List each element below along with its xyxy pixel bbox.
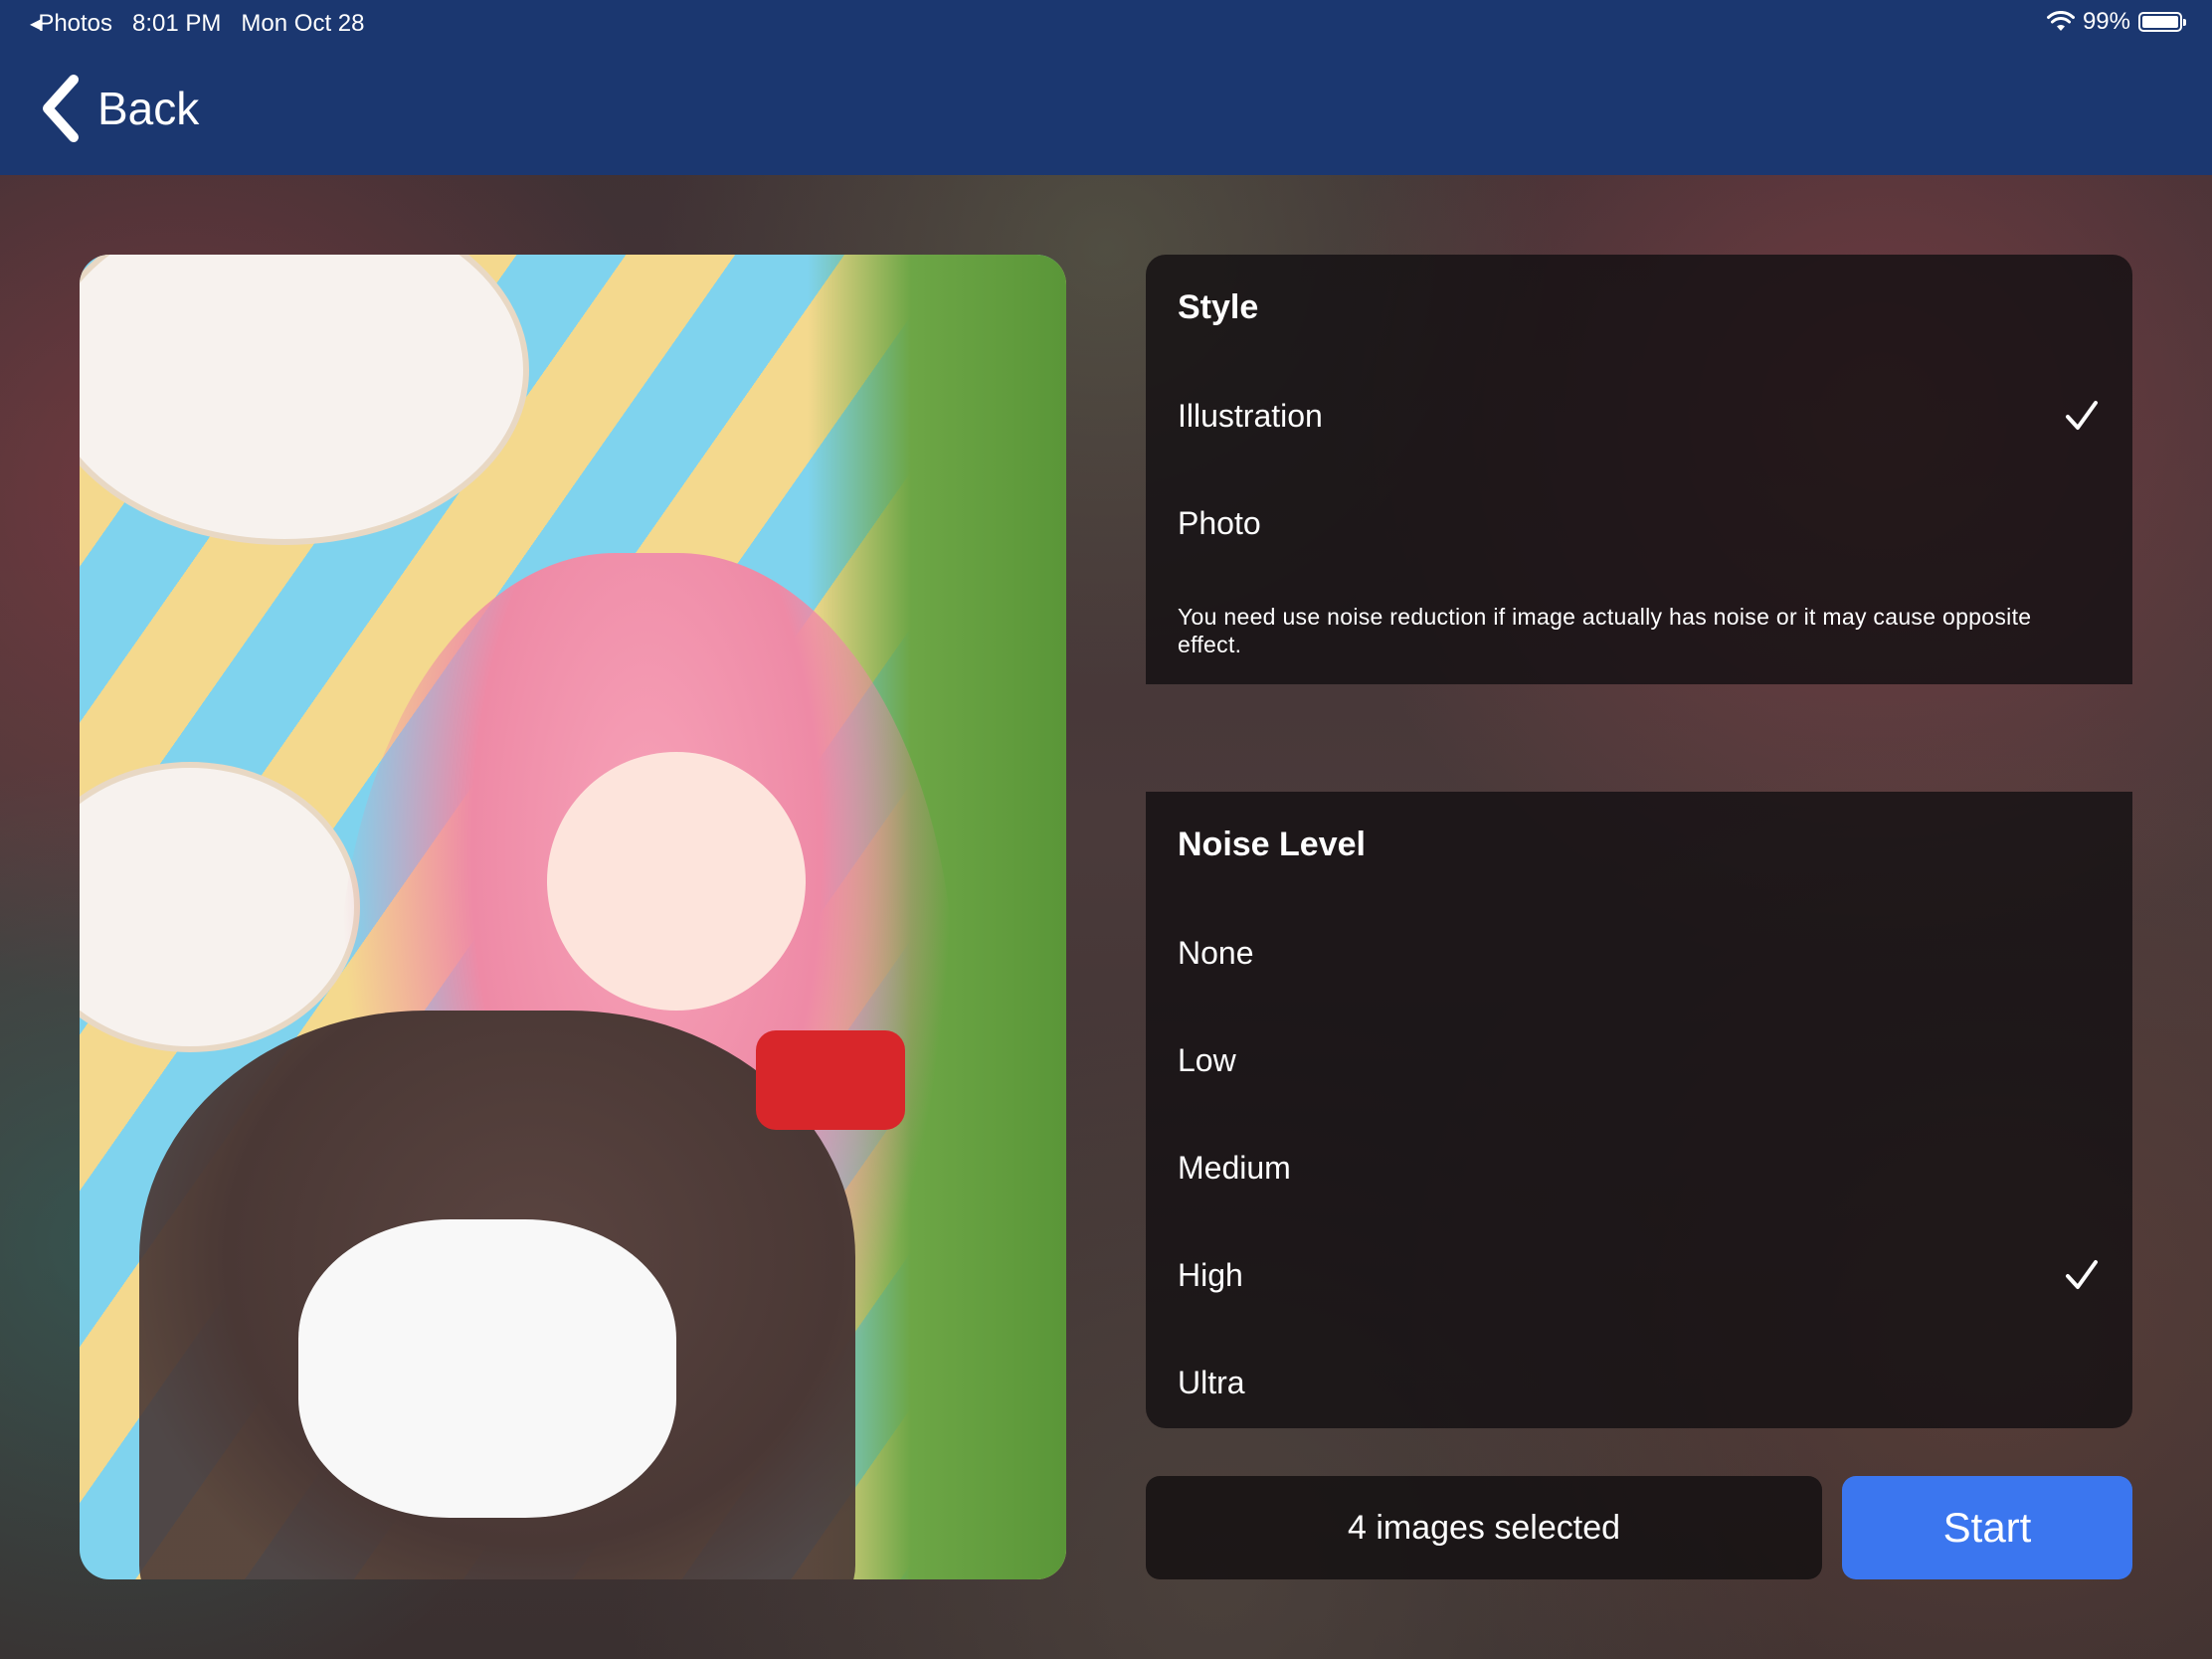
status-bar: ◀ Photos 8:01 PM Mon Oct 28 99%	[0, 0, 2212, 48]
style-note: You need use noise reduction if image ac…	[1178, 604, 2032, 657]
battery-percent: 99%	[2082, 8, 2130, 35]
noise-level-title: Noise Level	[1178, 826, 1366, 863]
option-label: High	[1178, 1256, 1243, 1293]
style-title: Style	[1178, 288, 1259, 326]
start-button[interactable]: Start	[1842, 1476, 2132, 1579]
noise-option-low[interactable]: Low	[1146, 1011, 2132, 1110]
style-option-illustration[interactable]: Illustration	[1146, 366, 2132, 465]
status-right: 99%	[2046, 8, 2186, 36]
option-label: Low	[1178, 1041, 1236, 1078]
checkmark-icon	[2066, 401, 2098, 430]
back-button[interactable]: Back	[38, 74, 199, 143]
style-panel: Style Illustration Photo You need use no…	[1146, 255, 2132, 684]
chevron-left-icon	[43, 75, 79, 142]
start-label: Start	[1942, 1504, 2032, 1551]
option-label: None	[1178, 934, 1254, 971]
option-label: Photo	[1178, 504, 1261, 541]
option-label: Medium	[1178, 1149, 1291, 1186]
selection-count-label: 4 images selected	[1347, 1508, 1621, 1547]
checkmark-icon	[2066, 1260, 2098, 1289]
wifi-icon	[2046, 11, 2075, 33]
noise-option-medium[interactable]: Medium	[1146, 1118, 2132, 1217]
back-app-label: Photos	[38, 10, 113, 37]
back-to-app-link[interactable]: ◀ Photos	[30, 10, 112, 38]
option-label: Ultra	[1178, 1364, 1245, 1400]
noise-option-high[interactable]: High	[1146, 1225, 2132, 1325]
option-label: Illustration	[1178, 397, 1323, 434]
navigation-bar: ◀ Photos 8:01 PM Mon Oct 28 99% Back	[0, 0, 2212, 175]
battery-icon	[2138, 12, 2186, 32]
status-left: ◀ Photos 8:01 PM Mon Oct 28	[30, 10, 364, 38]
status-time: 8:01 PM	[132, 10, 222, 37]
style-option-photo[interactable]: Photo	[1146, 473, 2132, 573]
image-preview	[80, 255, 1066, 1579]
noise-option-none[interactable]: None	[1146, 903, 2132, 1003]
images-selected-indicator: 4 images selected	[1146, 1476, 1822, 1579]
back-label: Back	[97, 83, 200, 134]
status-date: Mon Oct 28	[241, 10, 365, 37]
noise-option-ultra[interactable]: Ultra	[1146, 1333, 2132, 1432]
noise-level-panel: Noise Level None Low Medium High Ultra	[1146, 792, 2132, 1428]
